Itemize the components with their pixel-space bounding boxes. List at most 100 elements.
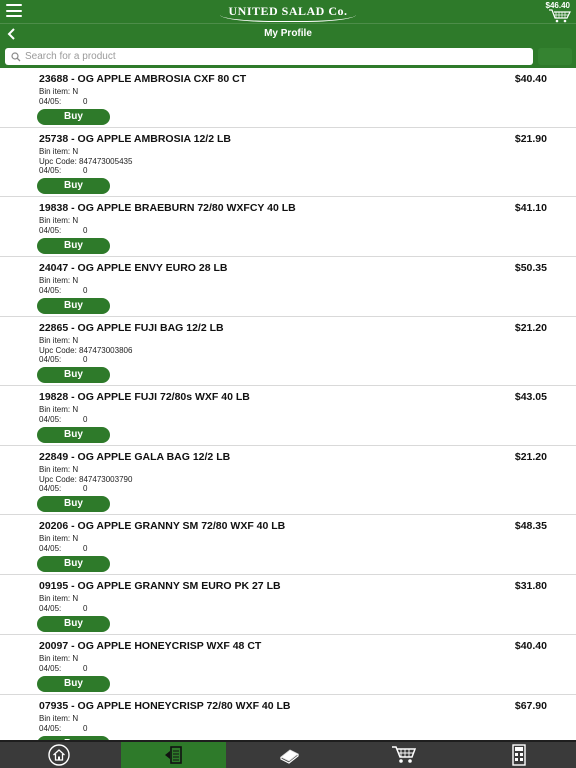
product-details: Bin item: N 04/05: 0 <box>39 714 87 733</box>
bin-item-label: Bin item: <box>39 654 71 663</box>
product-name: 19838 - OG APPLE BRAEBURN 72/80 WXFCY 40… <box>39 202 296 214</box>
product-name: 24047 - OG APPLE ENVY EURO 28 LB <box>39 262 228 274</box>
bin-item-label: Bin item: <box>39 405 71 414</box>
order-quantity: 0 <box>83 663 88 673</box>
buy-button[interactable]: Buy <box>37 676 110 692</box>
product-price: $40.40 <box>514 73 547 85</box>
bin-item-label: Bin item: <box>39 87 71 96</box>
bin-item-line: Bin item: N <box>39 147 132 157</box>
order-date-label: 04/05: <box>39 723 62 733</box>
order-date-label: 04/05: <box>39 355 62 364</box>
product-row[interactable]: 09195 - OG APPLE GRANNY SM EURO PK 27 LB… <box>0 575 576 635</box>
product-list[interactable]: 23688 - OG APPLE AMBROSIA CXF 80 CT $40.4… <box>0 68 576 740</box>
bin-item-label: Bin item: <box>39 465 71 474</box>
product-row[interactable]: 20206 - OG APPLE GRANNY SM 72/80 WXF 40 … <box>0 515 576 575</box>
buy-button[interactable]: Buy <box>37 109 110 125</box>
search-bar[interactable] <box>5 48 533 65</box>
tab-order-guide[interactable] <box>121 742 226 768</box>
order-date-line: 04/05: 0 <box>39 166 132 176</box>
buy-button[interactable]: Buy <box>37 496 110 512</box>
product-price: $40.40 <box>514 640 547 652</box>
product-price: $21.20 <box>514 322 547 334</box>
order-quantity: 0 <box>83 166 88 175</box>
bin-item-value: N <box>72 714 79 723</box>
product-row[interactable]: 19828 - OG APPLE FUJI 72/80s WXF 40 LB $4… <box>0 386 576 446</box>
order-date-label: 04/05: <box>39 543 62 553</box>
product-details: Bin item: N 04/05: 0 <box>39 276 87 295</box>
product-name: 22849 - OG APPLE GALA BAG 12/2 LB <box>39 451 231 463</box>
order-guide-icon <box>164 746 182 764</box>
buy-button[interactable]: Buy <box>37 367 110 383</box>
upc-code: Upc Code: 847473005435 <box>39 156 133 166</box>
tab-calculator[interactable] <box>466 742 571 768</box>
product-details: Bin item: N Upc Code: 847473003790 04/05: 0 <box>39 465 132 494</box>
order-date-line: 04/05: 0 <box>39 724 87 734</box>
buy-button[interactable]: Buy <box>37 238 110 254</box>
tab-home[interactable] <box>6 742 111 768</box>
product-row[interactable]: 19838 - OG APPLE BRAEBURN 72/80 WXFCY 40… <box>0 197 576 257</box>
product-details: Bin item: N 04/05: 0 <box>39 654 87 673</box>
buy-button[interactable]: Buy <box>37 298 110 314</box>
bin-item-line: Bin item: N <box>39 405 87 415</box>
order-date-line: 04/05: 0 <box>39 664 87 674</box>
buy-button[interactable]: Buy <box>37 556 110 572</box>
product-row[interactable]: 07935 - OG APPLE HONEYCRISP 72/80 WXF 40… <box>0 695 576 740</box>
order-quantity: 0 <box>83 543 88 553</box>
order-date-line: 04/05: 0 <box>39 355 132 365</box>
bin-item-value: N <box>72 216 79 225</box>
product-row[interactable]: 22865 - OG APPLE FUJI BAG 12/2 LB $21.20 B… <box>0 317 576 386</box>
order-date-label: 04/05: <box>39 96 62 106</box>
bin-item-line: Bin item: N <box>39 714 87 724</box>
product-details: Bin item: N Upc Code: 847473003806 04/05: 0 <box>39 336 132 365</box>
tab-cart[interactable] <box>351 742 456 768</box>
product-price: $50.35 <box>514 262 547 274</box>
product-details: Bin item: N 04/05: 0 <box>39 594 87 613</box>
order-date-line: 04/05: 0 <box>39 604 87 614</box>
calculator-icon <box>511 744 526 766</box>
order-quantity: 0 <box>83 414 88 424</box>
top-bar: UNITED SALAD Co. $46.40 My Profile <box>0 0 576 68</box>
tab-catalog[interactable] <box>236 742 341 768</box>
product-name: 22865 - OG APPLE FUJI BAG 12/2 LB <box>39 322 224 334</box>
product-row[interactable]: 23688 - OG APPLE AMBROSIA CXF 80 CT $40.4… <box>0 68 576 128</box>
product-price: $67.90 <box>514 700 547 712</box>
product-price: $41.10 <box>514 202 547 214</box>
scan-button[interactable] <box>538 48 572 65</box>
product-name: 20206 - OG APPLE GRANNY SM 72/80 WXF 40 … <box>39 520 286 532</box>
product-name: 20097 - OG APPLE HONEYCRISP WXF 48 CT <box>39 640 262 652</box>
cart-icon[interactable] <box>548 9 572 23</box>
bottom-tab-bar <box>0 740 576 768</box>
bin-item-value: N <box>72 147 79 156</box>
buy-button[interactable]: Buy <box>37 616 110 632</box>
brand-logo: UNITED SALAD Co. <box>0 2 576 22</box>
order-date-line: 04/05: 0 <box>39 415 87 425</box>
bin-item-label: Bin item: <box>39 594 71 603</box>
product-price: $43.05 <box>514 391 547 403</box>
bin-item-line: Bin item: N <box>39 654 87 664</box>
search-input[interactable] <box>25 51 505 62</box>
bin-item-line: Bin item: N <box>39 216 87 226</box>
order-date-label: 04/05: <box>39 225 62 235</box>
product-details: Bin item: N 04/05: 0 <box>39 216 87 235</box>
product-name: 23688 - OG APPLE AMBROSIA CXF 80 CT <box>39 73 247 85</box>
bin-item-line: Bin item: N <box>39 465 132 475</box>
order-date-line: 04/05: 0 <box>39 544 87 554</box>
order-date-line: 04/05: 0 <box>39 97 87 107</box>
order-date-label: 04/05: <box>39 663 62 673</box>
order-quantity: 0 <box>83 225 88 235</box>
bin-item-value: N <box>72 534 79 543</box>
product-row[interactable]: 20097 - OG APPLE HONEYCRISP WXF 48 CT $40… <box>0 635 576 695</box>
product-row[interactable]: 25738 - OG APPLE AMBROSIA 12/2 LB $21.90 B… <box>0 128 576 197</box>
bin-item-value: N <box>72 594 79 603</box>
product-row[interactable]: 22849 - OG APPLE GALA BAG 12/2 LB $21.20 B… <box>0 446 576 515</box>
order-date-label: 04/05: <box>39 166 62 175</box>
brand-logo-text: UNITED SALAD Co. <box>220 4 356 22</box>
buy-button[interactable]: Buy <box>37 427 110 443</box>
product-row[interactable]: 24047 - OG APPLE ENVY EURO 28 LB $50.35 Bi… <box>0 257 576 317</box>
buy-button[interactable]: Buy <box>37 178 110 194</box>
bin-item-line: Bin item: N <box>39 534 87 544</box>
bin-item-value: N <box>72 405 79 414</box>
search-icon <box>11 51 21 61</box>
order-date-label: 04/05: <box>39 414 62 424</box>
order-date-line: 04/05: 0 <box>39 226 87 236</box>
